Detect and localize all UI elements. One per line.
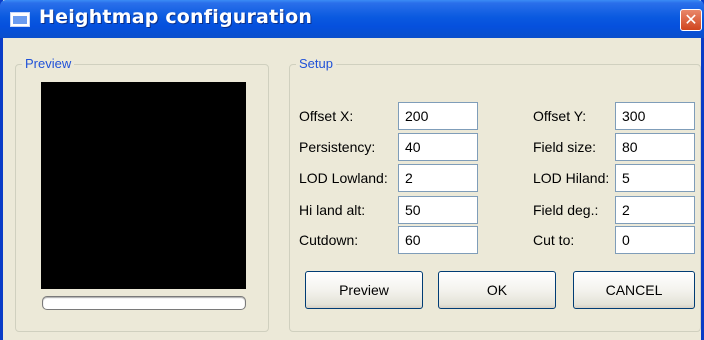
offset-y-field[interactable]: 300 — [615, 102, 695, 130]
hi-land-alt-label: Hi land alt: — [299, 202, 366, 218]
cut-to-label: Cut to: — [533, 232, 575, 248]
heightmap-config-window: Heightmap configuration ✕ Preview Setup … — [0, 0, 704, 340]
preview-group: Preview — [15, 56, 269, 332]
lod-hiland-label: LOD Hiland: — [533, 170, 610, 186]
cutdown-field[interactable]: 60 — [398, 226, 478, 254]
window-title: Heightmap configuration — [39, 6, 313, 28]
setup-group-label: Setup — [296, 56, 336, 71]
offset-y-label: Offset Y: — [533, 108, 587, 124]
lod-hiland-field[interactable]: 5 — [615, 164, 695, 192]
cut-to-field[interactable]: 0 — [615, 226, 695, 254]
persistency-label: Persistency: — [299, 139, 376, 155]
lod-lowland-label: LOD Lowland: — [299, 170, 388, 186]
field-size-label: Field size: — [533, 139, 597, 155]
preview-button[interactable]: Preview — [305, 271, 423, 309]
offset-x-field[interactable]: 200 — [398, 102, 478, 130]
ok-button[interactable]: OK — [438, 271, 556, 309]
close-button[interactable]: ✕ — [680, 9, 702, 31]
window-icon — [10, 12, 30, 27]
close-icon: ✕ — [684, 10, 698, 29]
hi-land-alt-field[interactable]: 50 — [398, 196, 478, 224]
preview-group-label: Preview — [22, 56, 75, 71]
field-deg-field[interactable]: 2 — [615, 196, 695, 224]
cancel-button[interactable]: CANCEL — [573, 271, 695, 309]
offset-x-label: Offset X: — [299, 108, 354, 124]
lod-lowland-field[interactable]: 2 — [398, 164, 478, 192]
preview-progress-bar — [42, 296, 246, 310]
setup-group: Setup Offset X: 200 Persistency: 40 LOD … — [289, 56, 701, 332]
heightmap-preview-canvas — [41, 82, 246, 289]
title-bar[interactable]: Heightmap configuration ✕ — [0, 0, 704, 38]
field-deg-label: Field deg.: — [533, 202, 599, 218]
field-size-field[interactable]: 80 — [615, 133, 695, 161]
persistency-field[interactable]: 40 — [398, 133, 478, 161]
cutdown-label: Cutdown: — [299, 232, 359, 248]
